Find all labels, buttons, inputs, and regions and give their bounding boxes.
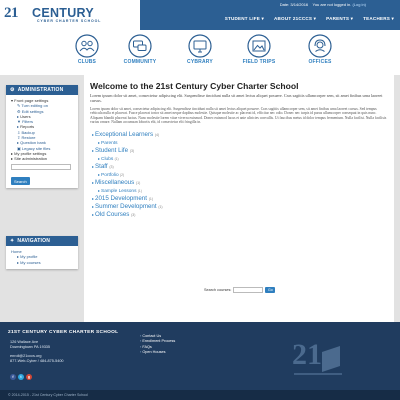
- nav-parents[interactable]: PARENTS ▾: [326, 16, 353, 22]
- subcategory-item[interactable]: ▸Portfolio (2): [90, 171, 388, 179]
- headset-icon: [308, 34, 332, 58]
- copyright-bar: © 2014-2015 - 21st Century Cyber Charter…: [0, 390, 400, 400]
- logo-number: 21: [4, 5, 19, 21]
- login-info: Date: 3/14/2016 You are not logged in. (…: [280, 2, 366, 7]
- nav-teachers[interactable]: TEACHERS ▾: [363, 16, 394, 22]
- category-item[interactable]: ▸Old Courses (3): [90, 211, 388, 219]
- quick-link-label: CYBRARY: [187, 59, 213, 65]
- course-search-button[interactable]: Go: [265, 287, 276, 293]
- site-logo[interactable]: 21 CENTURY CYBER CHARTER SCHOOL: [4, 5, 134, 24]
- logo-tagline: CYBER CHARTER SCHOOL: [37, 19, 102, 23]
- nav-about[interactable]: ABOUT 21CCCS ▾: [274, 16, 316, 22]
- footer-link[interactable]: Enrollment Process: [140, 339, 175, 344]
- category-item[interactable]: ▸2015 Development (1): [90, 195, 388, 203]
- administration-header[interactable]: ⚙ ADMINISTRATION: [6, 85, 78, 95]
- quick-link-field-trips[interactable]: FIELD TRIPS: [234, 34, 284, 65]
- picture-icon: [247, 34, 271, 58]
- login-status: You are not logged in.: [312, 2, 352, 7]
- logo-word: CENTURY: [32, 6, 95, 20]
- intro-text: Lorem ipsum dolor sit amet, consectetur …: [90, 93, 383, 103]
- quick-links-row: CLUBS COMMUNITY CYBRARY FIELD TRIPS OFFI…: [0, 34, 400, 74]
- quick-link-label: FIELD TRIPS: [242, 59, 276, 65]
- navigation-block: ✦ NAVIGATION Home ▸ My profile ▸ My cour…: [6, 236, 78, 269]
- quick-link-clubs[interactable]: CLUBS: [62, 34, 112, 65]
- page-title: Welcome to the 21st Century Cyber Charte…: [90, 81, 299, 91]
- category-item[interactable]: ▸Exceptional Learners (4): [90, 131, 388, 139]
- settings-icon: ⚙: [10, 87, 15, 93]
- facebook-icon[interactable]: f: [10, 374, 16, 380]
- administration-tree: ▾ Front page settings ✎ Turn editing on …: [6, 95, 78, 162]
- admin-search-button[interactable]: Search: [11, 177, 30, 186]
- quick-link-label: COMMUNITY: [123, 59, 157, 65]
- site-header: 21 CENTURY CYBER CHARTER SCHOOL Date: 3/…: [0, 0, 400, 30]
- footer-address: 126 Wallace Ave Downingtown PA 19335 enr…: [10, 340, 64, 364]
- compass-icon: ✦: [10, 238, 15, 244]
- course-search-input[interactable]: [233, 287, 264, 293]
- top-navigation: STUDENT LIFE ▾ ABOUT 21CCCS ▾ PARENTS ▾ …: [225, 16, 394, 22]
- computer-icon: [188, 34, 212, 58]
- footer-phone: 877-Web-Cyber / 484-875-5400: [10, 359, 64, 364]
- navigation-header[interactable]: ✦ NAVIGATION: [6, 236, 78, 246]
- course-search: Search courses: Go: [204, 287, 276, 293]
- navigation-title: NAVIGATION: [17, 238, 51, 244]
- nav-student-life[interactable]: STUDENT LIFE ▾: [225, 16, 264, 22]
- quick-link-label: CLUBS: [77, 59, 97, 65]
- footer-links: Contact Us Enrollment Process FAQs Open …: [140, 334, 175, 355]
- subcategory-item[interactable]: ▸Parents: [90, 139, 388, 147]
- category-item[interactable]: ▸Summer Development (1): [90, 203, 388, 211]
- chat-icon: [128, 34, 152, 58]
- category-item[interactable]: ▸Miscellaneous (1): [90, 179, 388, 187]
- quick-link-community[interactable]: COMMUNITY: [115, 34, 165, 65]
- google-plus-icon[interactable]: g: [26, 374, 32, 380]
- course-search-label: Search courses:: [204, 288, 232, 292]
- login-link[interactable]: (Log in): [352, 2, 366, 7]
- category-item[interactable]: ▸Student Life (3): [90, 147, 388, 155]
- body-text: Lorem ipsum dolor sit amet, consectetur …: [90, 107, 387, 125]
- administration-block: ⚙ ADMINISTRATION ▾ Front page settings ✎…: [6, 85, 78, 189]
- footer-link[interactable]: Open Houses: [140, 350, 175, 355]
- svg-text:21: 21: [292, 338, 322, 371]
- nav-item-courses[interactable]: ▸ My courses: [11, 260, 74, 265]
- copyright-text: © 2014-2015 - 21st Century Cyber Charter…: [8, 393, 88, 397]
- subcategory-item[interactable]: ▸Sample Lessons (1): [90, 187, 388, 195]
- people-icon: [75, 34, 99, 58]
- footer-logo-watermark: 21: [292, 338, 342, 375]
- admin-search-input[interactable]: [11, 163, 71, 170]
- admin-item[interactable]: ▸ Site administration: [11, 156, 74, 161]
- quick-link-label: OFFICES: [308, 59, 332, 65]
- date-label: Date: 3/14/2016: [279, 2, 309, 7]
- administration-title: ADMINISTRATION: [17, 87, 64, 93]
- twitter-icon[interactable]: t: [18, 374, 24, 380]
- quick-link-offices[interactable]: OFFICES: [295, 34, 345, 65]
- subcategory-item[interactable]: ▸Clubs (1): [90, 155, 388, 163]
- quick-link-cybrary[interactable]: CYBRARY: [175, 34, 225, 65]
- navigation-tree: Home ▸ My profile ▸ My courses: [6, 246, 78, 269]
- course-categories: ▸Exceptional Learners (4) ▸Parents ▸Stud…: [90, 131, 388, 219]
- main-content: Welcome to the 21st Century Cyber Charte…: [84, 75, 394, 322]
- site-footer: 21ST CENTURY CYBER CHARTER SCHOOL 126 Wa…: [0, 322, 400, 390]
- footer-title: 21ST CENTURY CYBER CHARTER SCHOOL: [8, 330, 119, 335]
- category-item[interactable]: ▸Staff (3): [90, 163, 388, 171]
